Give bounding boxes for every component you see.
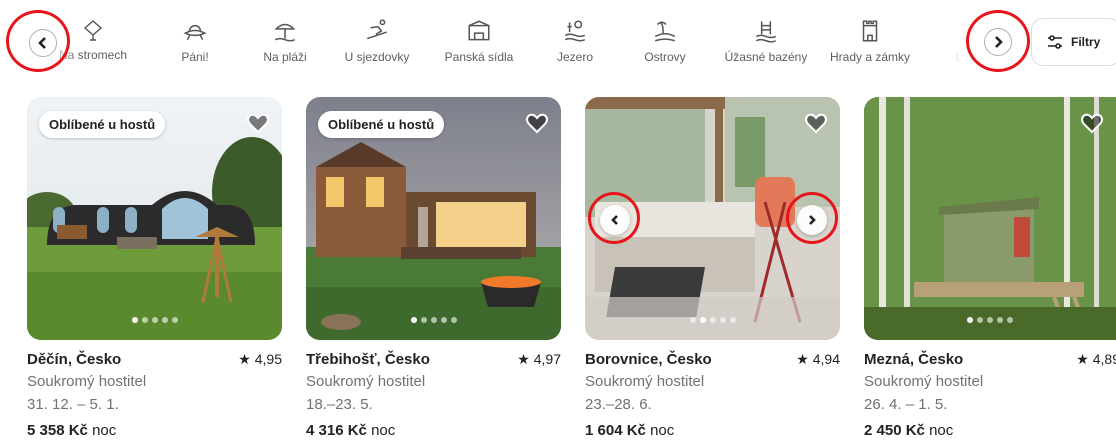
wishlist-heart-button[interactable] bbox=[804, 111, 828, 135]
category-label: U sjezdovky bbox=[344, 50, 410, 64]
chevron-left-icon bbox=[38, 37, 46, 49]
guest-favorite-badge: Oblíbené u hostů bbox=[318, 111, 445, 138]
heart-icon bbox=[1081, 113, 1103, 134]
listing-photo[interactable]: Oblíbené u hostů bbox=[27, 97, 282, 340]
heart-icon bbox=[805, 113, 827, 134]
photo-prev-button[interactable] bbox=[600, 205, 630, 235]
listing-dates: 31. 12. – 5. 1. bbox=[27, 396, 119, 413]
wishlist-heart-button[interactable] bbox=[525, 111, 549, 135]
filters-button[interactable]: Filtry bbox=[1031, 18, 1116, 66]
listing-photo[interactable] bbox=[864, 97, 1116, 340]
category-label: Úžasné bazény bbox=[724, 50, 808, 64]
listing-price: 5 358 Kč noc bbox=[27, 422, 282, 439]
listing-card[interactable]: Mezná, Česko ★ 4,89 Soukromý hostitel 26… bbox=[864, 97, 1116, 441]
price-amount: 1 604 Kč bbox=[585, 422, 646, 439]
category-bar: Na stromech Páni! Na pláži U sjezdovky P… bbox=[0, 0, 1116, 80]
wishlist-heart-button[interactable] bbox=[246, 111, 270, 135]
listing-dates: 18.–23. 5. bbox=[306, 396, 373, 413]
skier-icon bbox=[367, 19, 387, 40]
listing-price: 2 450 Kč noc bbox=[864, 422, 1116, 439]
price-unit: noc bbox=[650, 422, 675, 439]
price-amount: 5 358 Kč bbox=[27, 422, 88, 439]
listing-type: Soukromý hostitel bbox=[306, 373, 426, 390]
listing-rating: ★ 4,94 bbox=[796, 351, 840, 367]
filters-icon bbox=[1048, 35, 1062, 49]
photo-next-button[interactable] bbox=[797, 205, 827, 235]
listing-rating: ★ 4,97 bbox=[517, 351, 561, 367]
listing-dates: 23.–28. 6. bbox=[585, 396, 652, 413]
guest-favorite-badge: Oblíbené u hostů bbox=[39, 111, 166, 138]
heart-icon bbox=[247, 113, 269, 134]
photo-pagination-dots bbox=[864, 310, 1116, 328]
listing-type: Soukromý hostitel bbox=[27, 373, 147, 390]
category-label: Panská sídla bbox=[444, 50, 514, 64]
heart-icon bbox=[526, 113, 548, 134]
category-scroll-left-button[interactable] bbox=[29, 29, 57, 57]
listing-card[interactable]: Oblíbené u hostů Třebihošť, Česko ★ 4,97… bbox=[306, 97, 561, 441]
listing-rating: ★ 4,89 bbox=[1076, 351, 1116, 367]
lake-icon bbox=[564, 20, 586, 42]
listing-price: 4 316 Kč noc bbox=[306, 422, 561, 439]
listing-photo[interactable]: Oblíbené u hostů bbox=[306, 97, 561, 340]
category-scroll-right-button[interactable] bbox=[984, 28, 1012, 56]
listing-type: Soukromý hostitel bbox=[585, 373, 705, 390]
chevron-left-icon bbox=[611, 215, 618, 225]
listing-card[interactable]: Borovnice, Česko ★ 4,94 Soukromý hostite… bbox=[585, 97, 840, 441]
beach-umbrella-icon bbox=[274, 23, 296, 42]
price-unit: noc bbox=[92, 422, 117, 439]
ufo-icon bbox=[183, 24, 207, 41]
price-unit: noc bbox=[929, 422, 954, 439]
category-islands[interactable]: Ostrovy bbox=[610, 18, 720, 70]
wishlist-heart-button[interactable] bbox=[1080, 111, 1104, 135]
price-amount: 2 450 Kč bbox=[864, 422, 925, 439]
castle-icon bbox=[862, 20, 878, 42]
listing-info: Třebihošť, Česko ★ 4,97 Soukromý hostite… bbox=[306, 351, 561, 441]
listing-dates: 26. 4. – 1. 5. bbox=[864, 396, 948, 413]
photo-pagination-dots bbox=[585, 310, 840, 328]
photo-pagination-dots bbox=[306, 310, 561, 328]
category-ski[interactable]: U sjezdovky bbox=[322, 18, 432, 70]
listing-photo-image bbox=[864, 97, 1116, 340]
listing-price: 1 604 Kč noc bbox=[585, 422, 840, 439]
price-unit: noc bbox=[371, 422, 396, 439]
treehouse-icon bbox=[83, 20, 103, 41]
listing-type: Soukromý hostitel bbox=[864, 373, 984, 390]
category-label: Ostrovy bbox=[644, 50, 686, 64]
price-amount: 4 316 Kč bbox=[306, 422, 367, 439]
pool-icon bbox=[755, 21, 777, 43]
listing-info: Mezná, Česko ★ 4,89 Soukromý hostitel 26… bbox=[864, 351, 1116, 441]
chevron-right-icon bbox=[995, 36, 1003, 48]
category-mansion[interactable]: Panská sídla bbox=[424, 18, 534, 70]
photo-pagination-dots bbox=[27, 310, 282, 328]
listing-rating: ★ 4,95 bbox=[238, 351, 282, 367]
listing-info: Borovnice, Česko ★ 4,94 Soukromý hostite… bbox=[585, 351, 840, 441]
listing-card[interactable]: Oblíbené u hostů Děčín, Česko ★ 4,95 Sou… bbox=[27, 97, 282, 441]
listing-photo[interactable] bbox=[585, 97, 840, 340]
chevron-right-icon bbox=[809, 215, 816, 225]
listing-info: Děčín, Česko ★ 4,95 Soukromý hostitel 31… bbox=[27, 351, 282, 441]
mansion-icon bbox=[468, 20, 490, 41]
category-pools[interactable]: Úžasné bazény bbox=[711, 18, 821, 70]
filters-label: Filtry bbox=[1071, 35, 1101, 49]
island-icon bbox=[654, 21, 676, 42]
